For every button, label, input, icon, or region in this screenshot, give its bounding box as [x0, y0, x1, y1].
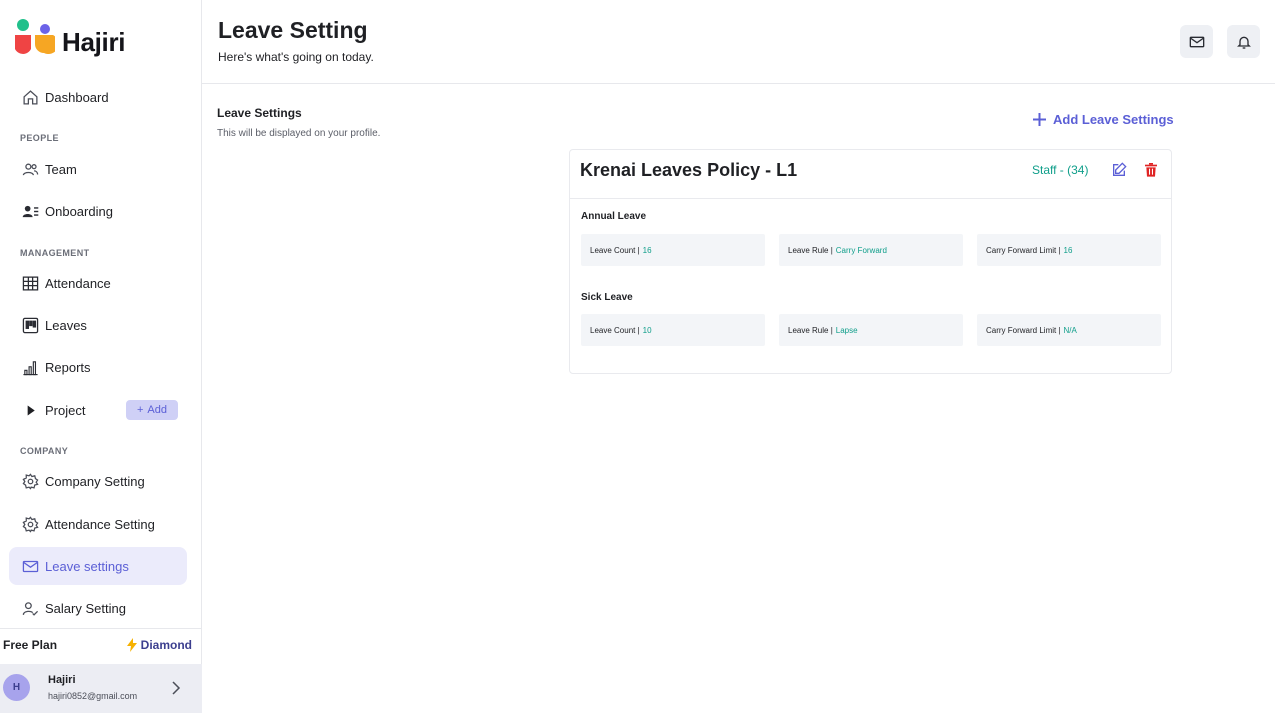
carry-forward-limit-label: Carry Forward Limit |: [986, 245, 1061, 255]
gear-icon: [22, 473, 39, 490]
section-label-management: MANAGEMENT: [20, 248, 90, 258]
leave-rule-chip: Leave Rule | Carry Forward: [779, 234, 963, 266]
user-list-icon: [22, 205, 39, 218]
sidebar-item-salary-setting[interactable]: Salary Setting: [9, 589, 187, 627]
leave-count-label: Leave Count |: [590, 325, 640, 335]
bar-chart-icon: [23, 361, 38, 376]
logo-mark-icon: [15, 19, 55, 55]
carry-forward-limit-label: Carry Forward Limit |: [986, 325, 1061, 335]
users-icon: [22, 163, 39, 176]
leave-count-label: Leave Count |: [590, 245, 640, 255]
carry-forward-limit-chip: Carry Forward Limit | 16: [977, 234, 1161, 266]
sidebar-item-reports[interactable]: Reports: [9, 348, 187, 386]
add-leave-settings-button[interactable]: Add Leave Settings: [1033, 112, 1174, 127]
home-icon: [23, 90, 38, 105]
table-icon: [22, 276, 39, 291]
sidebar-item-label: Attendance: [45, 275, 111, 291]
mail-icon: [22, 560, 39, 573]
leave-count-value: 16: [642, 245, 652, 255]
leave-count-chip: Leave Count | 10: [581, 314, 765, 346]
leave-rule-chip: Leave Rule | Lapse: [779, 314, 963, 346]
app-name: Hajiri: [62, 27, 126, 57]
sidebar-item-label: Project: [45, 402, 86, 418]
project-add-button[interactable]: + Add: [126, 400, 178, 420]
plan-name: Free Plan: [3, 638, 58, 652]
user-name: Hajiri: [48, 674, 76, 686]
sidebar-item-label: Company Setting: [45, 473, 145, 489]
policy-card-header: Krenai Leaves Policy - L1 Staff - (34): [570, 150, 1171, 199]
carry-forward-limit-chip: Carry Forward Limit | N/A: [977, 314, 1161, 346]
messages-button[interactable]: [1180, 25, 1213, 58]
leave-count-chip: Leave Count | 16: [581, 234, 765, 266]
trash-icon[interactable]: [1143, 162, 1159, 178]
sidebar-item-label: Reports: [45, 359, 91, 375]
sidebar-item-dashboard[interactable]: Dashboard: [9, 78, 187, 116]
section-title: Leave Settings: [217, 106, 302, 120]
user-profile[interactable]: H Hajiri hajiri0852@gmail.com: [0, 664, 202, 713]
section-label-company: COMPANY: [20, 446, 69, 456]
sidebar-item-label: Leave settings: [45, 558, 129, 574]
policy-name: Krenai Leaves Policy - L1: [580, 160, 798, 180]
sidebar-item-leave-settings[interactable]: Leave settings: [9, 547, 187, 585]
bell-icon: [1236, 36, 1251, 49]
policy-card: Krenai Leaves Policy - L1 Staff - (34) A…: [569, 149, 1172, 374]
sidebar-item-attendance[interactable]: Attendance: [9, 264, 187, 302]
chevron-right-icon: [172, 681, 181, 695]
leave-rule-value: Carry Forward: [835, 245, 887, 255]
sidebar-item-leaves[interactable]: Leaves: [9, 306, 187, 344]
carry-forward-limit-value: N/A: [1063, 325, 1077, 335]
sidebar-item-label: Onboarding: [45, 203, 113, 219]
sidebar-item-label: Dashboard: [45, 89, 109, 105]
staff-count-link[interactable]: Staff - (34): [1032, 163, 1088, 177]
sidebar-item-team[interactable]: Team: [9, 150, 187, 188]
leave-count-value: 10: [642, 325, 652, 335]
sidebar-item-label: Attendance Setting: [45, 516, 155, 532]
leave-rule-label: Leave Rule |: [788, 325, 833, 335]
page-header: Leave Setting Here's what's going on tod…: [202, 0, 1275, 84]
section-label-people: PEOPLE: [20, 133, 59, 143]
page-subtitle: Here's what's going on today.: [218, 50, 374, 64]
leave-rule-value: Lapse: [835, 325, 858, 335]
plan-tier-label: Diamond: [140, 638, 192, 652]
leave-rule-label: Leave Rule |: [788, 245, 833, 255]
leave-type-title: Annual Leave: [581, 211, 647, 222]
carry-forward-limit-value: 16: [1063, 245, 1073, 255]
user-email: hajiri0852@gmail.com: [48, 691, 138, 701]
plan-tier[interactable]: Diamond: [126, 638, 192, 652]
section-subtitle: This will be displayed on your profile.: [217, 128, 381, 139]
user-check-icon: [22, 602, 39, 616]
app-logo[interactable]: Hajiri: [0, 0, 160, 70]
sidebar-item-label: Salary Setting: [45, 600, 126, 616]
plus-icon: [1033, 113, 1046, 126]
plan-row: Free Plan Diamond: [0, 628, 202, 663]
sidebar-item-company-setting[interactable]: Company Setting: [9, 462, 187, 500]
avatar: H: [3, 674, 30, 701]
sidebar-item-attendance-setting[interactable]: Attendance Setting: [9, 505, 187, 543]
mail-icon: [1189, 36, 1204, 47]
plus-icon: +: [136, 404, 144, 416]
sidebar-item-label: Leaves: [45, 317, 87, 333]
add-leave-settings-label: Add Leave Settings: [1053, 112, 1174, 127]
kanban-icon: [22, 317, 39, 334]
edit-icon[interactable]: [1111, 162, 1127, 178]
lightning-icon: [126, 638, 137, 652]
page-title: Leave Setting: [218, 17, 368, 43]
leave-type-title: Sick Leave: [581, 292, 633, 303]
gear-icon: [22, 516, 39, 533]
project-add-label: Add: [147, 404, 167, 416]
play-icon: [27, 405, 35, 416]
sidebar-item-label: Team: [45, 161, 77, 177]
notifications-button[interactable]: [1227, 25, 1260, 58]
sidebar: Hajiri Dashboard PEOPLE Team Onboarding …: [0, 0, 202, 713]
sidebar-item-onboarding[interactable]: Onboarding: [9, 192, 187, 230]
